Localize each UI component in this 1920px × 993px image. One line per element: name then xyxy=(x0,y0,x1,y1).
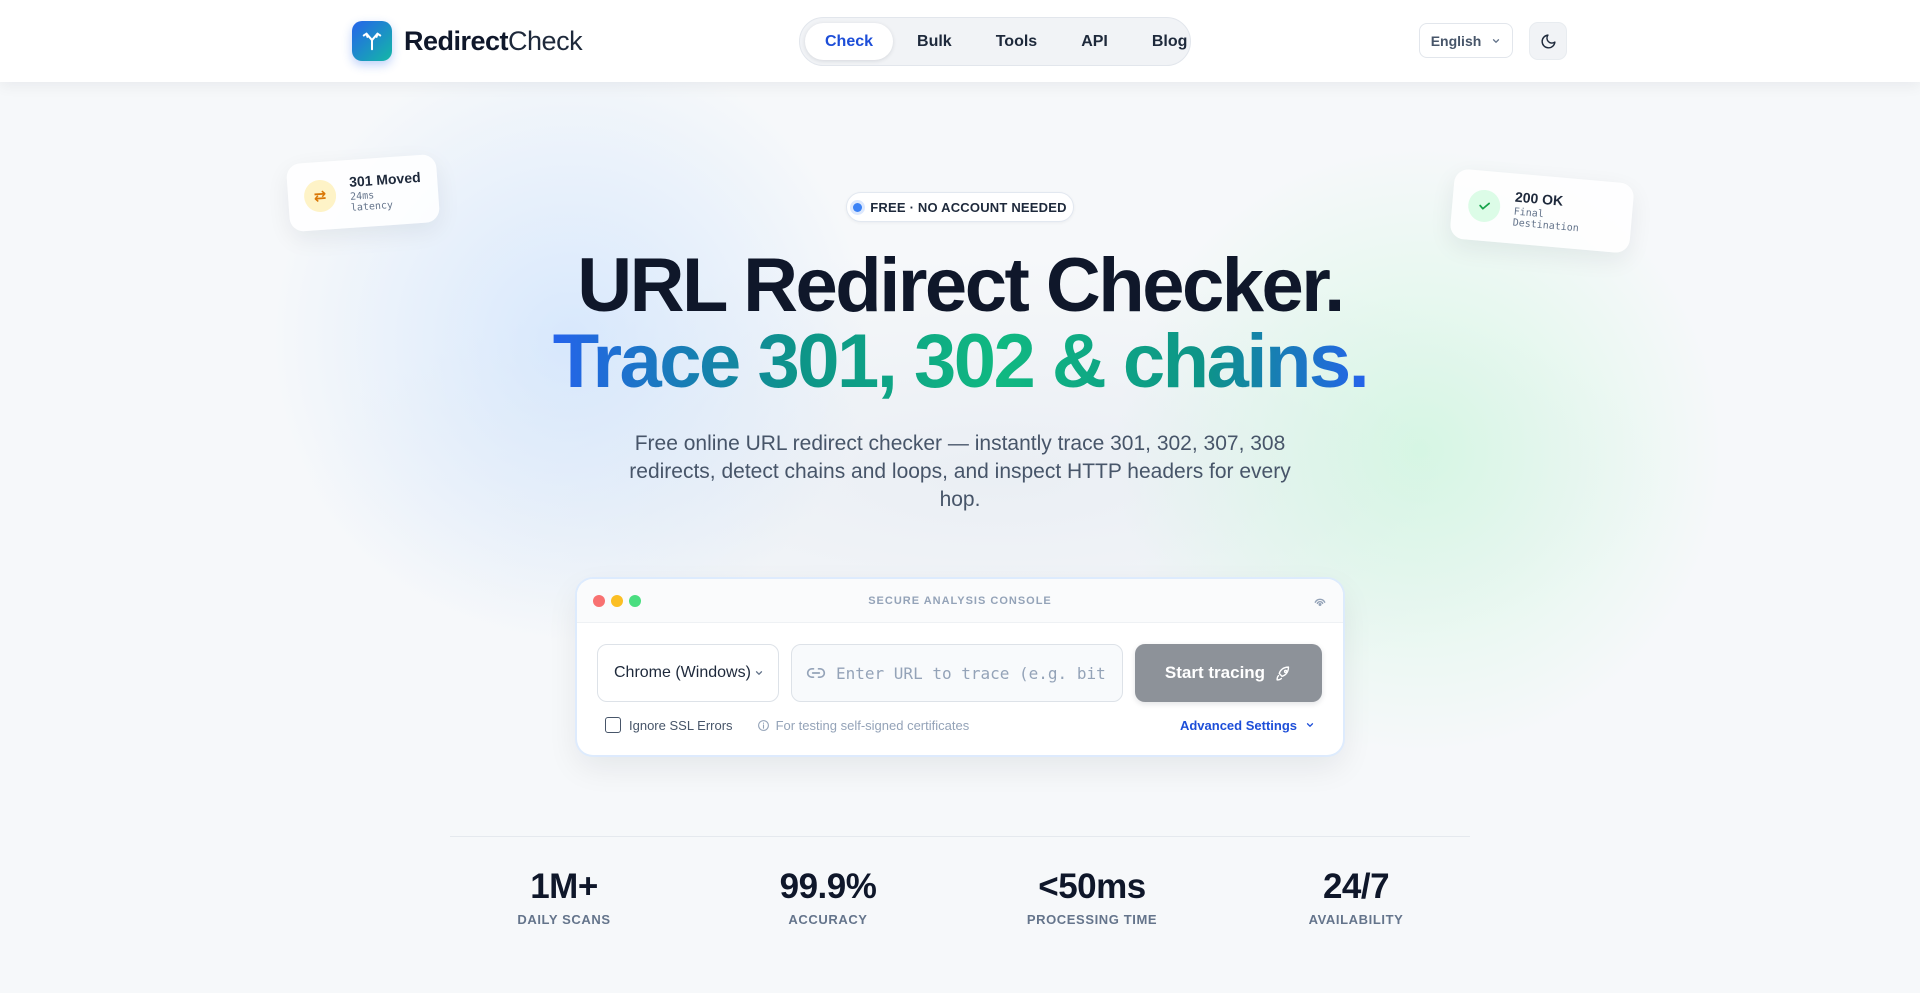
signal-icon xyxy=(1314,598,1326,606)
info-icon xyxy=(757,719,769,731)
ignore-ssl-label[interactable]: Ignore SSL Errors xyxy=(629,718,733,733)
ssl-hint: For testing self-signed certificates xyxy=(757,717,970,733)
stat-label: PROCESSING TIME xyxy=(1026,912,1158,927)
advanced-settings-toggle[interactable]: Advanced Settings xyxy=(1180,718,1315,733)
stat-label: DAILY SCANS xyxy=(517,912,611,927)
logo-text-bold: Redirect xyxy=(404,25,509,56)
logo-wordmark: RedirectCheck xyxy=(404,25,583,57)
ignore-ssl-checkbox[interactable] xyxy=(605,717,621,733)
rocket-icon xyxy=(1276,665,1290,681)
nav-tools[interactable]: Tools xyxy=(976,23,1057,60)
hero-title-gradient-text: Trace 301, 302 & chains. xyxy=(552,319,1370,404)
console-titlebar: SECURE ANALYSIS CONSOLE xyxy=(577,579,1343,623)
hero-title: URL Redirect Checker. xyxy=(577,243,1345,328)
stat-daily-scans: 1M+ DAILY SCANS xyxy=(444,866,684,927)
stat-value: 24/7 xyxy=(1322,867,1390,906)
site-header: RedirectCheck Check Bulk Tools API Blog … xyxy=(0,0,1920,82)
stat-value: <50ms xyxy=(1038,867,1146,906)
analysis-console: SECURE ANALYSIS CONSOLE Chrome (Windows)… xyxy=(577,579,1343,755)
start-tracing-label: Start tracing xyxy=(1164,663,1266,682)
url-field[interactable] xyxy=(791,644,1123,702)
badge-label: FREE · NO ACCOUNT NEEDED xyxy=(870,199,1067,215)
ssl-hint-text: For testing self-signed certificates xyxy=(775,717,970,733)
dot-green xyxy=(629,595,641,607)
nav-bulk[interactable]: Bulk xyxy=(897,23,972,60)
console-title: SECURE ANALYSIS CONSOLE xyxy=(868,594,1052,607)
main-nav: Check Bulk Tools API Blog xyxy=(799,17,1191,66)
logo[interactable]: RedirectCheck xyxy=(352,20,583,62)
floating-card-subtitle: 24ms latency xyxy=(349,190,394,214)
chevron-down-icon xyxy=(1306,723,1314,727)
swap-arrows-icon: ⇄ xyxy=(303,178,338,214)
free-badge: FREE · NO ACCOUNT NEEDED xyxy=(846,192,1074,222)
dot-red xyxy=(593,595,605,607)
chevron-down-icon xyxy=(755,671,763,675)
stat-value: 1M+ xyxy=(530,867,598,906)
start-tracing-button[interactable]: Start tracing xyxy=(1135,644,1322,702)
hero-title-gradient: Trace 301, 302 & chains. xyxy=(0,322,1920,402)
nav-api[interactable]: API xyxy=(1061,23,1128,60)
user-agent-value: Chrome (Windows) xyxy=(614,664,751,681)
user-agent-select[interactable]: Chrome (Windows) xyxy=(597,644,779,702)
chevron-down-icon xyxy=(1493,38,1500,43)
floating-card-final: 200 OK Final Destination xyxy=(1449,168,1635,254)
moon-icon xyxy=(1541,33,1556,48)
window-dots xyxy=(593,595,641,607)
stat-availability: 24/7 AVAILABILITY xyxy=(1236,866,1476,927)
logo-icon xyxy=(352,21,392,61)
stats-divider xyxy=(450,836,1470,837)
advanced-settings-label: Advanced Settings xyxy=(1179,717,1297,733)
floating-card-redirect: ⇄ 301 Moved 24ms latency xyxy=(285,153,441,233)
stat-label: ACCURACY xyxy=(788,912,868,927)
hero-subtitle: Free online URL redirect checker — insta… xyxy=(629,432,1291,511)
dot-yellow xyxy=(611,595,623,607)
nav-blog[interactable]: Blog xyxy=(1132,23,1208,60)
theme-toggle-button[interactable] xyxy=(1529,22,1567,60)
language-label: English xyxy=(1430,32,1482,49)
console-options: Ignore SSL Errors For testing self-signe… xyxy=(605,717,1321,733)
url-input[interactable] xyxy=(836,663,1106,683)
stat-value: 99.9% xyxy=(779,867,877,906)
stat-accuracy: 99.9% ACCURACY xyxy=(708,866,948,927)
console-input-row: Chrome (Windows) Start tracing xyxy=(597,644,1322,702)
stat-label: AVAILABILITY xyxy=(1308,912,1404,927)
nav-check[interactable]: Check xyxy=(805,23,894,60)
link-icon xyxy=(806,668,826,678)
status-dot xyxy=(853,202,863,212)
logo-text-normal: Check xyxy=(508,25,583,56)
language-select[interactable]: English xyxy=(1419,23,1513,58)
check-icon xyxy=(1466,188,1502,224)
stat-processing-time: <50ms PROCESSING TIME xyxy=(972,866,1212,927)
